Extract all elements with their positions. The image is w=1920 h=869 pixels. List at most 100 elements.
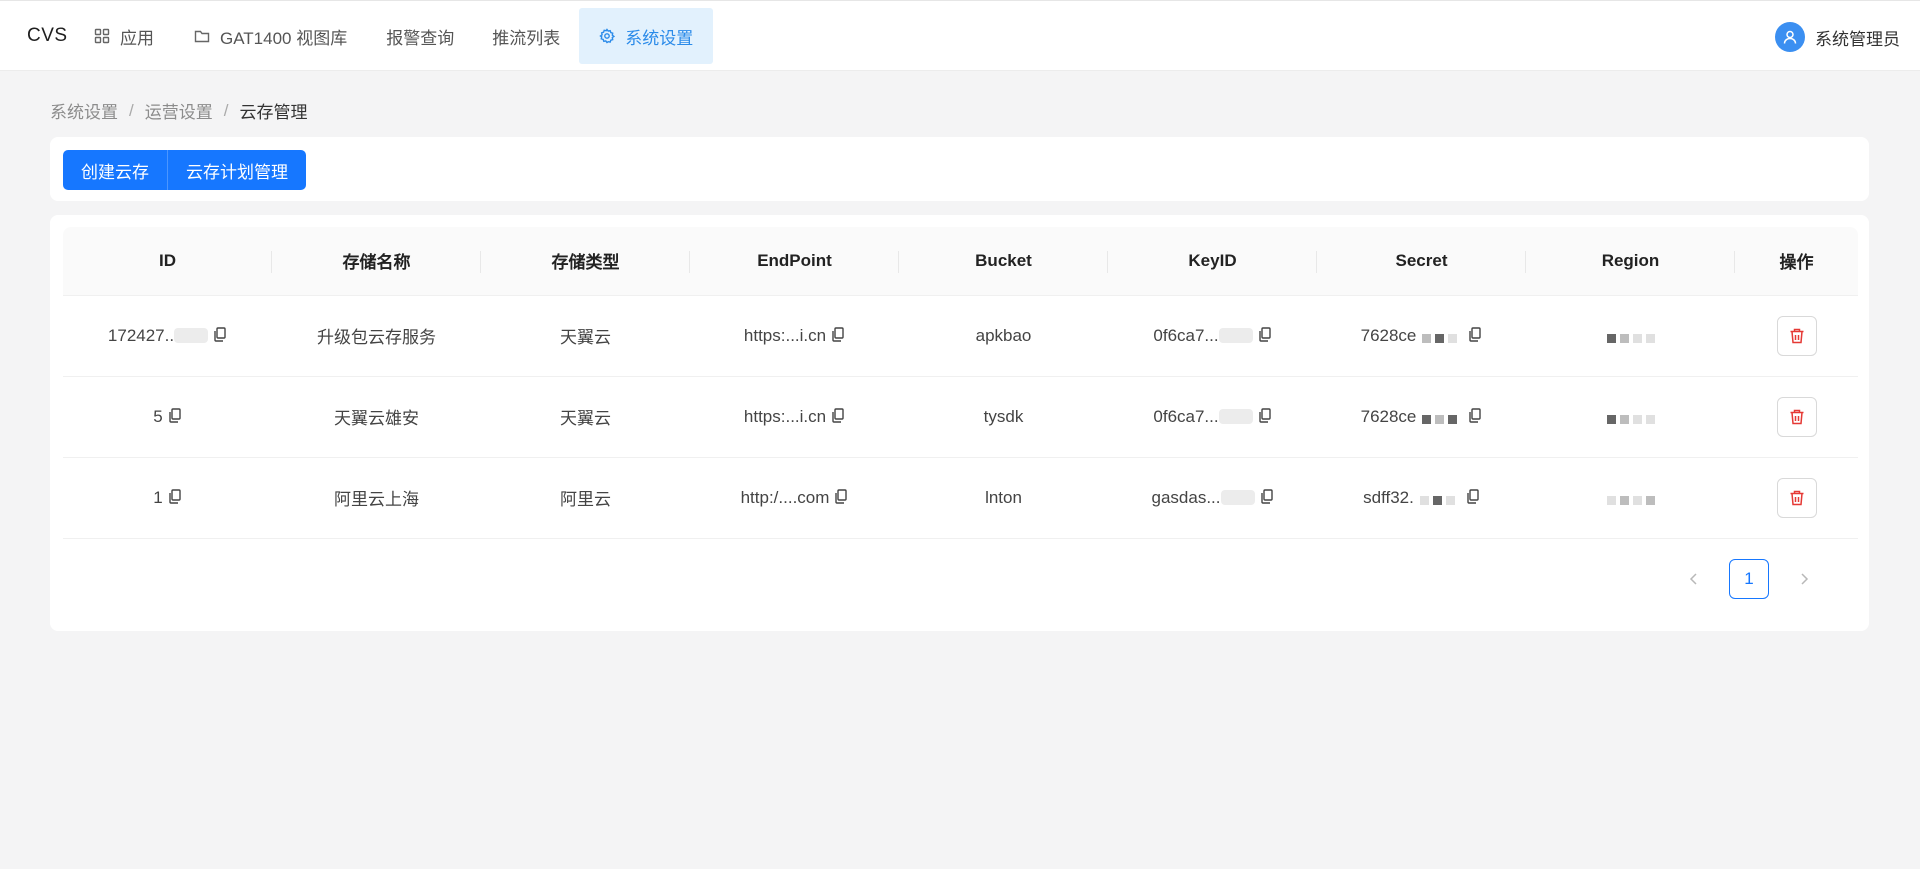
redacted-text [1220, 489, 1255, 505]
delete-button[interactable] [1776, 315, 1817, 356]
cell-actions [1735, 376, 1858, 458]
redacted-mosaic [1422, 414, 1458, 424]
keyid-value: gasdas... [1151, 487, 1221, 507]
keyid-value: 0f6ca7... [1153, 325, 1219, 345]
cell-actions [1735, 295, 1858, 377]
prev-page-button[interactable] [1679, 564, 1709, 594]
copy-icon[interactable] [1468, 326, 1482, 343]
cell-name: 阿里云上海 [272, 457, 481, 539]
cell-endpoint: https:...i.cn [690, 376, 899, 458]
table-card: ID 存储名称 存储类型 EndPoint Bucket KeyID Secre… [50, 215, 1869, 631]
column-header-actions: 操作 [1735, 227, 1858, 296]
redacted-text [1218, 327, 1253, 343]
copy-icon[interactable] [168, 488, 182, 505]
cell-secret: sdff32. [1317, 457, 1526, 539]
cell-type: 天翼云 [481, 376, 690, 458]
copy-icon[interactable] [834, 488, 848, 505]
user-name: 系统管理员 [1815, 29, 1900, 49]
nav-item-label: 报警查询 [386, 28, 455, 48]
cell-bucket: lnton [899, 457, 1108, 539]
nav-item-stream-list[interactable]: 推流列表 [473, 8, 579, 64]
nav-item-gat1400[interactable]: GAT1400 视图库 [174, 8, 367, 64]
cell-region [1526, 295, 1735, 377]
table-row: 5 天翼云雄安 天翼云 https:...i.cn tysdk 0f6ca7..… [63, 376, 1858, 458]
breadcrumb-item-operation-settings[interactable]: 运营设置 [145, 98, 213, 123]
column-header-endpoint: EndPoint [690, 227, 899, 296]
redacted-mosaic [1606, 495, 1655, 505]
breadcrumb-item-system-settings[interactable]: 系统设置 [50, 98, 118, 123]
column-header-region: Region [1526, 227, 1735, 296]
copy-icon[interactable] [1466, 488, 1480, 505]
id-value: 172427.. [107, 325, 175, 345]
redacted-text [1218, 408, 1253, 424]
breadcrumb: 系统设置 / 运营设置 / 云存管理 [50, 98, 307, 123]
column-header-bucket: Bucket [899, 227, 1108, 296]
redacted-mosaic [1606, 414, 1655, 424]
table-row: 172427.. 升级包云存服务 天翼云 https:...i.cn apkba… [63, 295, 1858, 377]
chevron-right-icon [1801, 573, 1809, 585]
redacted-mosaic [1422, 333, 1458, 343]
pagination: 1 [1679, 559, 1819, 599]
cell-secret: 7628ce [1317, 295, 1526, 377]
endpoint-value: http:/....com [740, 487, 830, 507]
cell-id: 5 [63, 376, 272, 458]
action-button-group: 创建云存 云存计划管理 [63, 150, 306, 190]
user-icon [1783, 30, 1797, 44]
id-value: 5 [153, 406, 163, 426]
keyid-value: 0f6ca7... [1153, 406, 1219, 426]
cell-type: 天翼云 [481, 295, 690, 377]
delete-button[interactable] [1776, 396, 1817, 437]
copy-icon[interactable] [1258, 407, 1272, 424]
copy-icon[interactable] [1260, 488, 1274, 505]
endpoint-value: https:...i.cn [743, 406, 827, 426]
nav-item-system-settings[interactable]: 系统设置 [579, 8, 714, 64]
endpoint-value: https:...i.cn [743, 325, 827, 345]
breadcrumb-separator: / [129, 100, 134, 120]
cell-keyid: 0f6ca7... [1108, 376, 1317, 458]
top-header: CVS 应用 GAT1400 视图库 报警查询 推流列表 系统设置 系统管理员 [0, 0, 1920, 71]
cell-actions [1735, 457, 1858, 539]
app-logo[interactable]: CVS [27, 25, 68, 47]
main-nav: 应用 GAT1400 视图库 报警查询 推流列表 系统设置 [74, 8, 714, 64]
column-header-secret: Secret [1317, 227, 1526, 296]
redacted-mosaic [1419, 495, 1455, 505]
folder-icon [194, 28, 210, 44]
secret-value: 7628ce [1360, 406, 1417, 426]
cloud-storage-plan-button[interactable]: 云存计划管理 [167, 150, 306, 190]
column-header-id: ID [63, 227, 272, 296]
cell-bucket: apkbao [899, 295, 1108, 377]
create-cloud-storage-button[interactable]: 创建云存 [63, 150, 167, 190]
nav-item-apps[interactable]: 应用 [74, 8, 174, 64]
user-menu[interactable]: 系统管理员 [1775, 22, 1900, 52]
copy-icon[interactable] [831, 407, 845, 424]
table-header-row: ID 存储名称 存储类型 EndPoint Bucket KeyID Secre… [63, 227, 1858, 296]
nav-item-alarm-query[interactable]: 报警查询 [367, 8, 473, 64]
redacted-mosaic [1606, 333, 1655, 343]
page-number-button[interactable]: 1 [1729, 559, 1769, 599]
next-page-button[interactable] [1789, 564, 1819, 594]
breadcrumb-separator: / [223, 100, 229, 120]
nav-item-label: 推流列表 [492, 28, 561, 48]
gear-icon [599, 28, 616, 44]
toolbar-card: 创建云存 云存计划管理 [50, 137, 1869, 201]
cell-endpoint: http:/....com [690, 457, 899, 539]
cell-bucket: tysdk [899, 376, 1108, 458]
copy-icon[interactable] [1258, 326, 1272, 343]
nav-item-label: GAT1400 视图库 [220, 28, 348, 48]
cell-keyid: gasdas... [1108, 457, 1317, 539]
copy-icon[interactable] [831, 326, 845, 343]
delete-button[interactable] [1776, 477, 1817, 518]
trash-icon [1790, 409, 1803, 424]
cloud-storage-table: ID 存储名称 存储类型 EndPoint Bucket KeyID Secre… [63, 227, 1858, 539]
copy-icon[interactable] [213, 326, 227, 343]
secret-value: sdff32. [1363, 487, 1414, 507]
avatar [1775, 22, 1805, 52]
column-header-type: 存储类型 [481, 227, 690, 296]
column-header-keyid: KeyID [1108, 227, 1317, 296]
cell-name: 天翼云雄安 [272, 376, 481, 458]
breadcrumb-item-cloud-storage: 云存管理 [239, 103, 308, 122]
cell-endpoint: https:...i.cn [690, 295, 899, 377]
copy-icon[interactable] [1468, 407, 1482, 424]
copy-icon[interactable] [168, 407, 182, 424]
cell-region [1526, 457, 1735, 539]
